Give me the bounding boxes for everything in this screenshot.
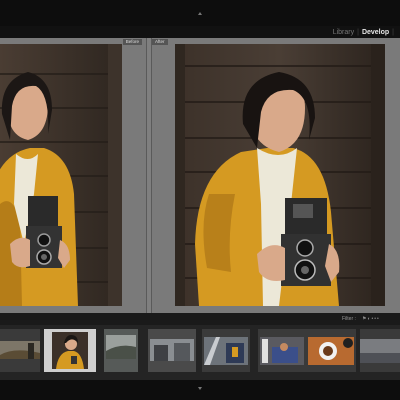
filmstrip-thumbnail[interactable] [202, 329, 250, 372]
after-label: After [152, 39, 168, 45]
filmstrip-thumbnail[interactable] [360, 329, 400, 372]
module-develop[interactable]: Develop [359, 29, 392, 36]
compare-workspace: Before After [0, 38, 400, 313]
filmstrip-thumbnail[interactable] [306, 329, 356, 372]
filter-label: Filter : [342, 316, 356, 322]
coffee-thumbnail-image [306, 329, 356, 372]
filmstrip [0, 325, 400, 380]
filmstrip-thumbnail[interactable] [0, 329, 40, 372]
module-library[interactable]: Library [330, 29, 357, 36]
filmstrip-thumbnail[interactable] [148, 329, 196, 372]
filmstrip-toolbar: Filter : ⚑◐••• [0, 313, 400, 325]
filmstrip-thumbnail[interactable] [258, 329, 306, 372]
landscape-thumbnail-image [0, 329, 40, 372]
filmstrip-thumbnail-selected[interactable] [44, 329, 96, 372]
architecture-thumbnail-image [202, 329, 250, 372]
city-thumbnail-image [148, 329, 196, 372]
after-photo[interactable] [175, 44, 385, 306]
top-panel-bar [0, 0, 400, 26]
before-label: Before [122, 39, 142, 45]
filter-dots-icon[interactable]: ••• [372, 316, 380, 322]
before-photo[interactable] [0, 44, 122, 306]
before-pane: Before [0, 38, 146, 313]
interior-thumbnail-image [258, 329, 306, 372]
module-picker: Library | Develop | [330, 27, 394, 37]
after-pane: After [152, 38, 400, 313]
collapse-top-panel-icon[interactable] [198, 12, 202, 15]
collapse-bottom-panel-icon[interactable] [198, 387, 202, 390]
before-portrait-image [0, 44, 122, 306]
filmstrip-thumbnail[interactable] [104, 329, 138, 372]
foggy-landscape-thumbnail-image [104, 329, 138, 372]
bottom-panel-bar [0, 380, 400, 400]
after-portrait-image [175, 44, 385, 306]
filter-controls[interactable]: ⚑◐••• [362, 316, 380, 322]
module-separator: | [392, 28, 394, 36]
street-thumbnail-image [360, 329, 400, 372]
portrait-thumbnail-image [44, 329, 96, 372]
